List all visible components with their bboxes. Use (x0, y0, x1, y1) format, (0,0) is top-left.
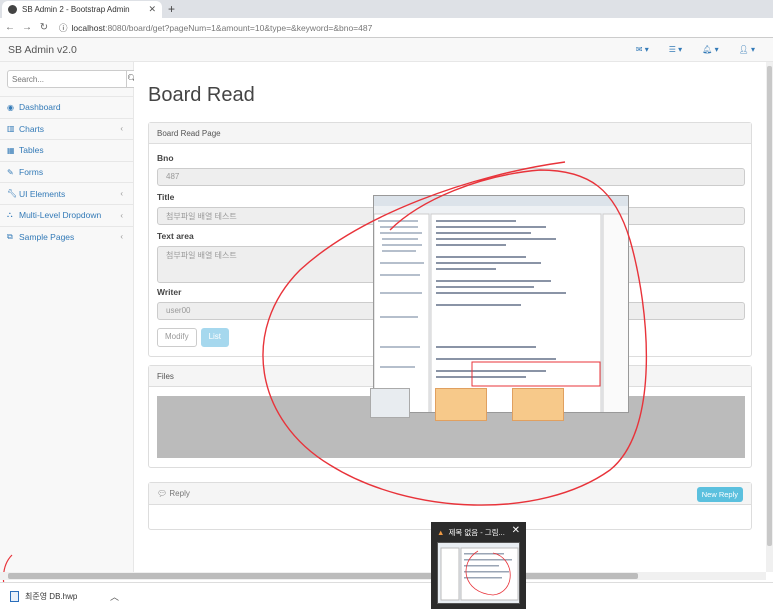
info-icon: ⓘ (59, 22, 68, 33)
search-input[interactable] (7, 70, 127, 88)
dashboard-icon: ◉ (7, 102, 14, 112)
new-tab-button[interactable]: + (168, 2, 175, 16)
sidebar-item-label: UI Elements (19, 188, 66, 199)
sidebar-search: 🔍︎ (7, 70, 139, 88)
reload-icon[interactable]: ↻ (37, 22, 51, 33)
sidebar-item-dashboard[interactable]: ◉ Dashboard (0, 96, 133, 118)
edit-icon: ✎ (7, 167, 14, 177)
back-icon[interactable]: ← (3, 22, 17, 33)
table-icon: ▦ (7, 145, 15, 155)
file-thumbnails (370, 388, 564, 421)
sidebar-item-sample-pages[interactable]: ⧉ Sample Pages ‹ (0, 225, 133, 248)
comment-icon: 💬︎ (157, 489, 168, 498)
forward-icon[interactable]: → (20, 22, 34, 33)
chevron-left-icon: ‹ (120, 189, 123, 199)
sidebar-item-multi-level[interactable]: ⛬ Multi-Level Dropdown ‹ (0, 203, 133, 226)
file-thumbnail[interactable] (370, 388, 410, 418)
bno-group: Bno 487 (157, 153, 745, 186)
sidebar-item-forms[interactable]: ✎ Forms (0, 160, 133, 183)
url-host: localhost (71, 22, 106, 33)
tasks-icon[interactable]: ☰ ▾ (669, 45, 682, 54)
top-navbar: SB Admin v2.0 ✉ ▾ ☰ ▾ 🔔︎ ▾ 👤︎ ▾ (0, 38, 773, 62)
wrench-icon: 🔧︎ (7, 189, 18, 199)
sidebar-item-label: Tables (19, 145, 44, 156)
list-button[interactable]: List (200, 328, 230, 347)
browser-tab-bar: SB Admin 2 - Bootstrap Admin ✕ + (0, 0, 773, 18)
download-item[interactable]: 최준영 DB.hwp (10, 591, 77, 602)
chevron-up-icon[interactable]: ︿ (110, 590, 119, 603)
download-shelf: 최준영 DB.hwp ︿ (0, 582, 773, 609)
sidebar-item-ui-elements[interactable]: 🔧︎ UI Elements ‹ (0, 182, 133, 204)
file-thumbnail[interactable] (512, 388, 564, 421)
sitemap-icon: ⛬ (7, 210, 13, 220)
url-field[interactable]: ⓘ localhost:8080/board/get?pageNum=1&amo… (59, 22, 372, 34)
paint-icon: ▲ (437, 528, 445, 537)
new-reply-button[interactable]: New Reply (696, 487, 743, 502)
envelope-icon[interactable]: ✉ ▾ (636, 45, 649, 54)
page-title: Board Read (148, 84, 255, 106)
taskbar-preview-title: 제목 없음 - 그림... (448, 528, 505, 537)
vertical-scrollbar[interactable] (766, 62, 773, 572)
user-icon[interactable]: 👤︎ ▾ (739, 45, 755, 54)
download-filename: 최준영 DB.hwp (25, 592, 78, 601)
attached-screenshot-image[interactable] (373, 195, 629, 413)
brand[interactable]: SB Admin v2.0 (8, 44, 77, 56)
files-icon: ⧉ (7, 231, 13, 241)
tab-title: SB Admin 2 - Bootstrap Admin (22, 5, 130, 14)
github-favicon-icon (8, 5, 17, 14)
sidebar-item-label: Sample Pages (19, 231, 75, 242)
close-icon[interactable]: ✕ (512, 525, 520, 536)
taskbar-preview-thumbnail (437, 542, 520, 604)
chevron-left-icon: ‹ (120, 124, 123, 134)
bell-icon[interactable]: 🔔︎ ▾ (702, 45, 718, 54)
url-path: :8080/board/get?pageNum=1&amount=10&type… (105, 22, 373, 33)
bno-label: Bno (157, 153, 174, 163)
bno-field[interactable]: 487 (157, 168, 745, 186)
hwp-file-icon (10, 591, 19, 602)
address-bar: ← → ↻ ⓘ localhost:8080/board/get?pageNum… (0, 18, 773, 38)
file-thumbnail[interactable] (435, 388, 487, 421)
close-tab-icon[interactable]: ✕ (148, 4, 156, 15)
horizontal-scrollbar[interactable] (0, 572, 766, 580)
sidebar-item-label: Multi-Level Dropdown (19, 210, 102, 221)
modify-button[interactable]: Modify (157, 328, 197, 347)
sidebar: 🔍︎ ◉ Dashboard ▥ Charts ‹ ▦ Tables ✎ For… (0, 62, 139, 572)
sidebar-item-charts[interactable]: ▥ Charts ‹ (0, 117, 133, 140)
sidebar-item-label: Charts (19, 123, 45, 134)
chevron-left-icon: ‹ (120, 210, 123, 220)
browser-tab[interactable]: SB Admin 2 - Bootstrap Admin ✕ (2, 1, 162, 18)
sidebar-item-label: Forms (19, 167, 44, 178)
sidebar-item-label: Dashboard (19, 102, 61, 113)
panel-heading: Board Read Page (149, 123, 751, 144)
reply-heading: 💬︎ Reply (149, 483, 751, 505)
reply-heading-label: Reply (169, 489, 190, 498)
chart-icon: ▥ (7, 124, 15, 134)
taskbar-preview[interactable]: ▲ 제목 없음 - 그림... ✕ (431, 522, 526, 609)
ide-screenshot-graphic (374, 196, 628, 412)
sidebar-item-tables[interactable]: ▦ Tables (0, 139, 133, 161)
chevron-left-icon: ‹ (120, 232, 123, 242)
